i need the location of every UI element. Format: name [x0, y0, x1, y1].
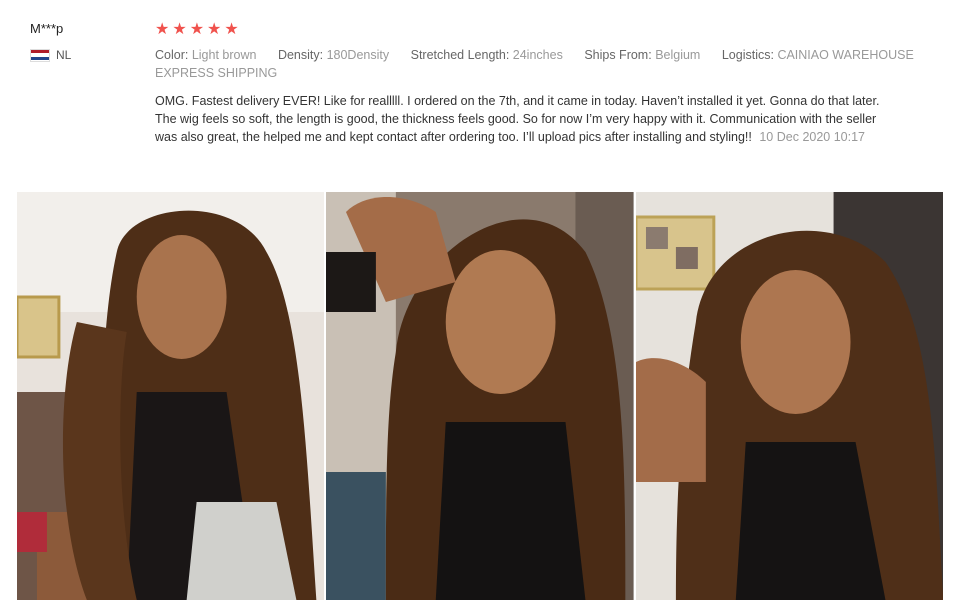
star-icon: ★: [155, 21, 170, 38]
review-photo-1[interactable]: [17, 192, 325, 600]
reviewer-country: NL: [30, 48, 140, 62]
review-photos: [17, 192, 943, 600]
star-icon: ★: [207, 21, 222, 38]
review-photo-2[interactable]: [326, 192, 634, 600]
attribute-length: Stretched Length: 24inches: [410, 48, 563, 62]
review-body: OMG. Fastest delivery EVER! Like for rea…: [155, 92, 895, 146]
attribute-ships-from: Ships From: Belgium: [584, 48, 701, 62]
star-icon: ★: [189, 21, 205, 38]
review-date: 10 Dec 2020 10:17: [759, 130, 865, 144]
attribute-color: Color: Light brown: [155, 48, 257, 62]
review-content: ★ ★ ★ ★ ★ Color: Light brown Density: 18…: [155, 22, 935, 146]
attribute-density: Density: 180Density: [277, 48, 390, 62]
product-attributes: Color: Light brown Density: 180Density S…: [155, 46, 935, 82]
photo-3-image: [635, 192, 943, 600]
star-icon: ★: [172, 21, 187, 38]
photo-2-image: [326, 192, 634, 600]
reviewer-info: M***p NL: [30, 20, 140, 62]
netherlands-flag-icon: [30, 48, 50, 62]
star-rating: ★ ★ ★ ★ ★: [155, 22, 935, 38]
reviewer-name: M***p: [30, 21, 64, 36]
star-icon: ★: [224, 21, 239, 38]
review-photo-3[interactable]: [635, 192, 943, 600]
photo-1-image: [17, 192, 325, 600]
country-code: NL: [56, 48, 72, 62]
